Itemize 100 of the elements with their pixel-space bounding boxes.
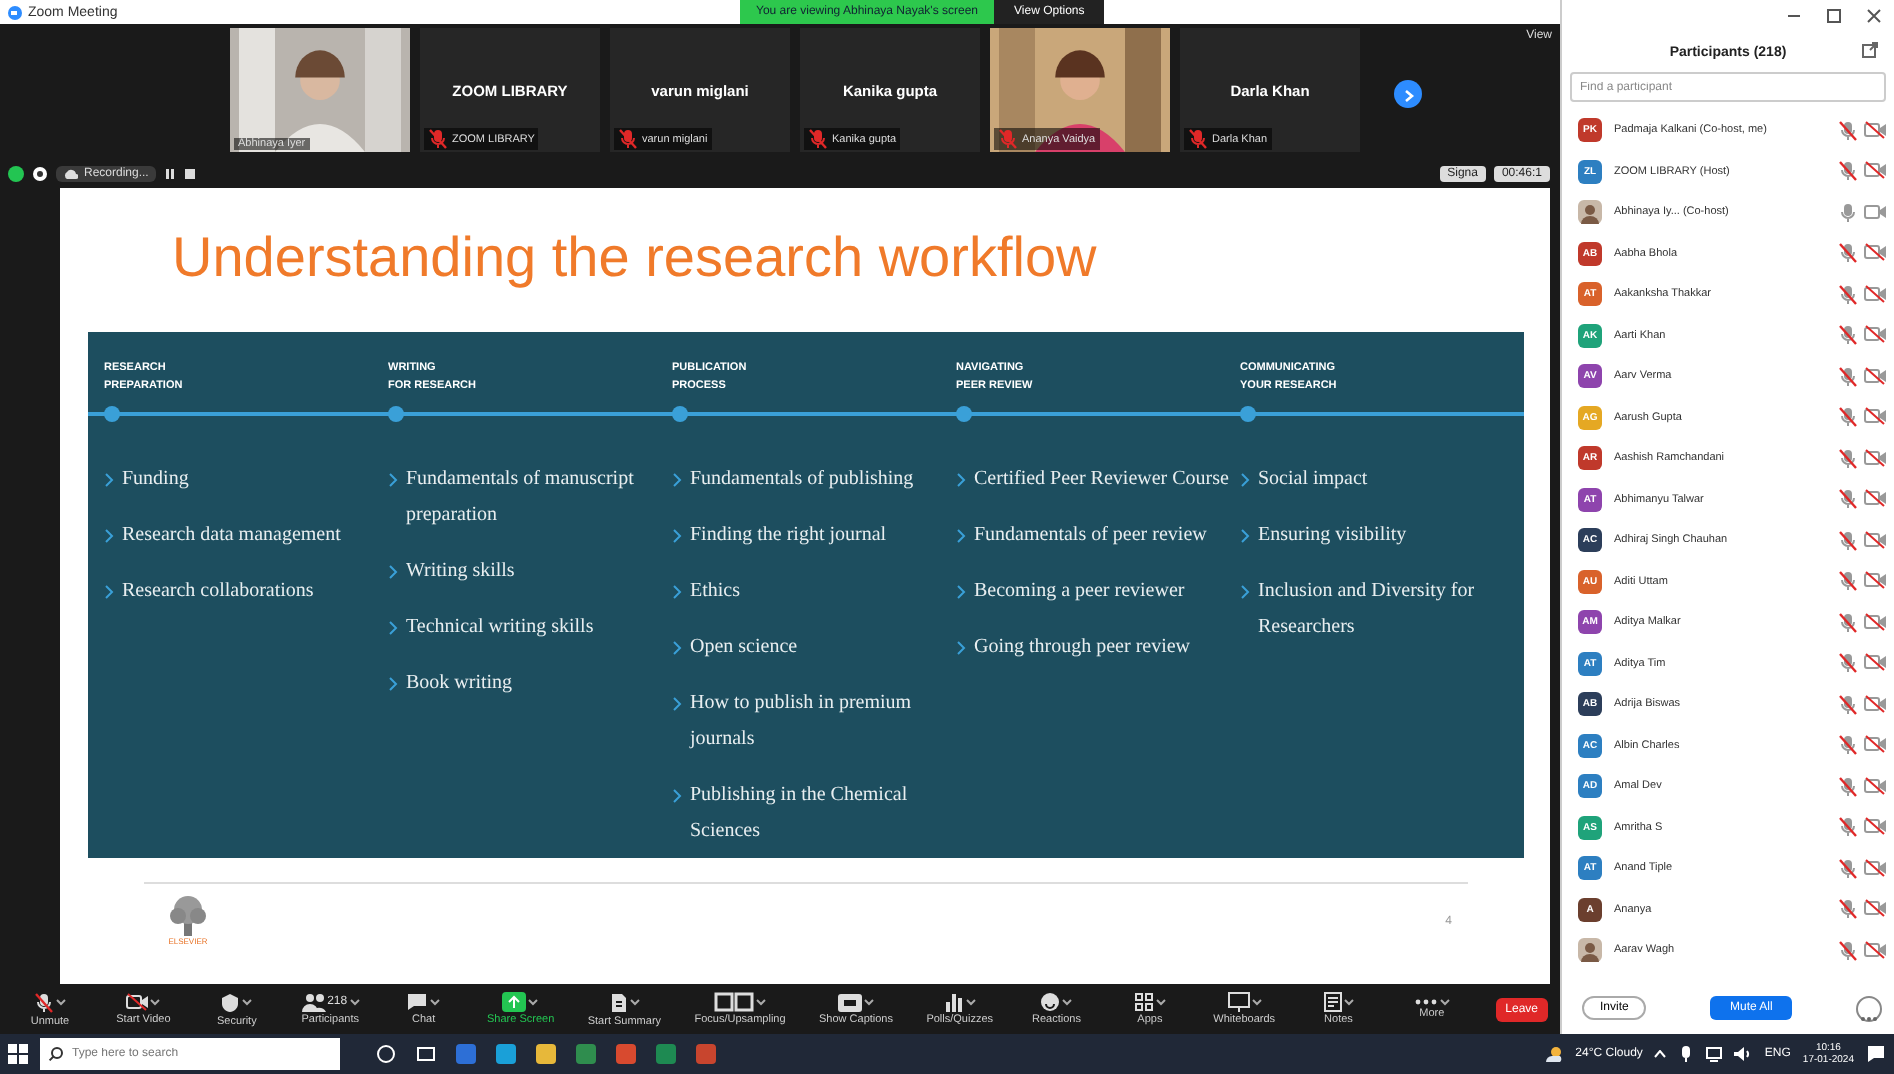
caret-icon[interactable] [528,998,539,1006]
chevron-icon [956,640,966,656]
workflow-item: Inclusion and Diversity for Researchers [1258,578,1477,642]
stop-icon[interactable] [184,168,197,180]
task-view-icon[interactable] [416,1044,436,1064]
caret-icon[interactable] [756,998,767,1006]
muted-mic-icon [1188,128,1208,150]
chevron-icon [1240,584,1250,600]
caret-icon[interactable] [629,998,640,1006]
pause-icon[interactable] [164,168,177,180]
workflow-item: Research collaborations [122,578,314,606]
chevron-icon [672,640,682,656]
workflow-item: Technical writing skills [406,614,594,642]
workflow-item: Finding the right journal [690,522,887,550]
chevron-icon [1240,472,1250,488]
workflow-item: Fundamentals of publishing [690,466,914,494]
circle-icon[interactable] [376,1044,396,1064]
chevron-icon [956,472,966,488]
chevron-up-icon[interactable] [1654,1050,1667,1058]
avatar-icon [1578,938,1602,963]
more-button[interactable] [1856,995,1882,1021]
workflow-item: Social impact [1258,466,1368,494]
caret-icon[interactable] [349,998,360,1006]
chevron-icon [672,788,682,804]
dots-icon [1860,1015,1878,1021]
next-page-button[interactable] [1394,80,1422,108]
chevron-icon [388,620,398,636]
pop-out-icon[interactable] [1862,42,1878,58]
document-icon [609,991,628,1013]
chevron-icon [1240,528,1250,544]
workflow-item: Publishing in the Chemical Sciences [690,782,910,846]
arrow-right-icon [1400,88,1416,104]
chevron-icon [104,584,114,600]
workflow-item: Writing skills [406,558,515,586]
chevron-icon [672,528,682,544]
chevron-icon [672,472,682,488]
chat-bubble-icon [406,992,429,1012]
workflow-item: Fundamentals of manuscript preparation [406,466,636,530]
caret-icon[interactable] [56,998,66,1006]
close-icon[interactable] [1866,8,1882,24]
notes-icon [1323,992,1342,1012]
caret-icon[interactable] [1155,998,1166,1006]
muted-mic-icon [998,128,1018,150]
workflow-item: Funding [122,466,189,494]
caret-icon[interactable] [864,998,874,1006]
workflow-item: Ensuring visibility [1258,522,1407,550]
maximize-icon[interactable] [1826,8,1842,24]
muted-mic-icon [34,991,54,1013]
whiteboard-icon [1227,992,1250,1012]
slide-title: Understanding the research workflow [172,228,1099,292]
workflow-item: Ethics [690,578,740,606]
smiley-icon [1040,992,1061,1012]
tree-logo-icon [168,896,208,936]
chevron-icon [672,584,682,600]
more-icon [1413,998,1438,1006]
caret-icon[interactable] [242,998,253,1006]
share-screen-icon [502,992,527,1012]
muted-mic-icon [808,128,828,150]
captions-icon [838,993,862,1011]
bar-chart-icon [943,992,964,1012]
chevron-icon [104,472,114,488]
workflow-item: Certified Peer Reviewer Course [974,466,1229,494]
workflow-item: Open science [690,634,798,662]
workflow-item: Research data management [122,522,341,550]
workflow-item: Becoming a peer reviewer [974,578,1185,606]
caret-icon[interactable] [1062,998,1073,1006]
people-icon [301,992,326,1012]
workflow-item: Going through peer review [974,634,1191,662]
chevron-icon [104,528,114,544]
start-icon[interactable] [8,1044,28,1064]
workflow-item: Book writing [406,670,513,698]
status-dot-icon [8,166,24,182]
muted-mic-icon [618,128,638,150]
chevron-icon [388,472,398,488]
caret-icon[interactable] [1343,998,1354,1006]
chevron-icon [956,584,966,600]
caret-icon[interactable] [150,998,161,1006]
caret-icon[interactable] [1439,998,1450,1006]
notification-icon[interactable] [1866,1044,1886,1064]
muted-mic-icon [428,128,448,150]
video-off-icon [126,992,149,1012]
chevron-icon [956,528,966,544]
display-icon[interactable] [1706,1046,1723,1062]
search-icon [48,1046,64,1062]
app-logo-icon [8,5,22,19]
two-squares-icon [714,992,755,1012]
caret-icon[interactable] [965,998,976,1006]
speaker-icon[interactable] [1734,1046,1753,1062]
caret-icon[interactable] [430,998,441,1006]
chevron-icon [388,676,398,692]
camera-lens-icon [32,166,48,182]
caret-icon[interactable] [1251,998,1262,1006]
cloud-icon [64,168,78,180]
chevron-icon [388,564,398,580]
shield-icon [220,991,241,1013]
weather-icon [1543,1046,1564,1062]
avatar-icon [1578,200,1602,225]
apps-icon [1133,992,1154,1012]
workflow-item: How to publish in premium journals [690,690,914,754]
chevron-icon [672,696,682,712]
